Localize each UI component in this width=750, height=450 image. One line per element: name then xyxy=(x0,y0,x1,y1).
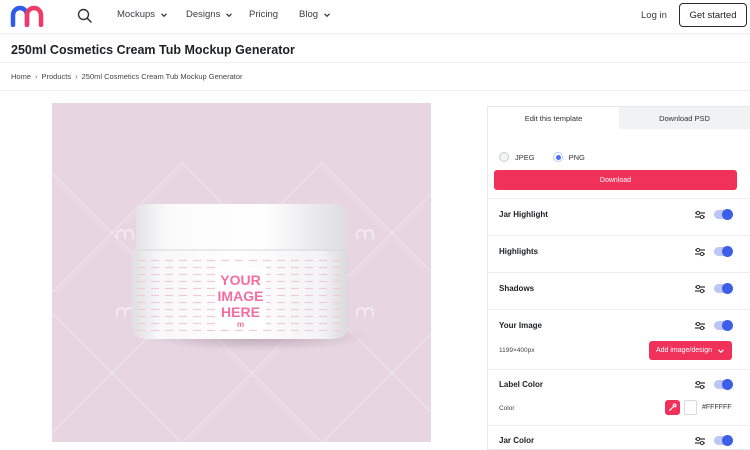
radio-jpeg[interactable] xyxy=(499,152,509,162)
top-navigation: Mockups Designs Pricing Blog Log in Get … xyxy=(0,0,750,34)
divider xyxy=(0,90,750,91)
your-image-toggle[interactable] xyxy=(714,320,733,331)
get-started-button[interactable]: Get started xyxy=(679,3,747,27)
adjust-icon[interactable] xyxy=(694,379,706,391)
mockup-image: YOUR IMAGE HERE m xyxy=(52,162,431,442)
format-jpeg[interactable]: JPEG xyxy=(499,152,535,162)
divider xyxy=(0,62,750,63)
breadcrumb: Home › Products › 250ml Cosmetics Cream … xyxy=(11,72,243,81)
jar-lid xyxy=(136,204,346,251)
color-swatch[interactable] xyxy=(684,400,697,415)
chevron-down-icon xyxy=(161,12,167,17)
section-jar-highlight: Jar Highlight xyxy=(488,198,750,235)
mockup-preview: YOUR IMAGE HERE m xyxy=(52,103,431,442)
format-png[interactable]: PNG xyxy=(552,152,585,162)
download-button[interactable]: Download xyxy=(494,170,737,190)
breadcrumb-separator: › xyxy=(75,72,78,81)
section-title: Shadows xyxy=(499,284,535,293)
format-jpeg-label: JPEG xyxy=(515,152,535,162)
adjust-icon[interactable] xyxy=(694,283,706,295)
jar-color-toggle[interactable] xyxy=(714,435,733,446)
placeholder-line-1: YOUR xyxy=(220,272,260,288)
breadcrumb-products[interactable]: Products xyxy=(42,72,72,81)
editor-panel: Edit this template Download PSD JPEG PNG… xyxy=(487,106,750,450)
logo-icon[interactable] xyxy=(10,5,46,27)
shadows-toggle[interactable] xyxy=(714,283,733,294)
color-hex-value[interactable]: #FFFFFF xyxy=(702,404,732,411)
section-title: Label Color xyxy=(499,380,544,389)
placeholder-mark: m xyxy=(237,320,244,329)
page-title: 250ml Cosmetics Cream Tub Mockup Generat… xyxy=(11,43,295,57)
nav-blog-label: Blog xyxy=(299,9,319,20)
chevron-down-icon xyxy=(226,12,233,17)
breadcrumb-current: 250ml Cosmetics Cream Tub Mockup Generat… xyxy=(81,72,243,81)
section-title: Jar Highlight xyxy=(499,210,548,219)
eyedropper-icon xyxy=(668,403,677,412)
placeholder-line-3: HERE xyxy=(221,304,260,320)
format-png-label: PNG xyxy=(568,152,585,162)
section-title: Jar Color xyxy=(499,436,535,445)
image-size-label: 1199×400px xyxy=(499,347,535,354)
add-image-button[interactable]: Add image/design xyxy=(649,341,732,360)
search-icon[interactable] xyxy=(76,7,94,25)
nav-mockups[interactable]: Mockups xyxy=(117,9,168,20)
section-shadows: Shadows xyxy=(488,272,750,309)
nav-pricing[interactable]: Pricing xyxy=(249,9,278,20)
nav-mockups-label: Mockups xyxy=(117,9,156,20)
radio-png[interactable] xyxy=(552,152,563,162)
breadcrumb-home[interactable]: Home xyxy=(11,72,31,81)
nav-blog[interactable]: Blog xyxy=(299,9,331,20)
chevron-down-icon xyxy=(718,348,724,353)
placeholder-line-2: IMAGE xyxy=(218,288,264,304)
login-link[interactable]: Log in xyxy=(641,10,667,21)
format-options: JPEG PNG xyxy=(499,152,585,162)
add-image-label: Add image/design xyxy=(655,347,713,354)
color-field-label: Color xyxy=(499,405,515,412)
section-title: Highlights xyxy=(499,247,539,256)
adjust-icon[interactable] xyxy=(694,209,706,221)
tab-download-psd[interactable]: Download PSD xyxy=(619,107,750,129)
adjust-icon[interactable] xyxy=(694,435,706,447)
section-your-image: Your Image 1199×400px Add image/design xyxy=(488,309,750,369)
adjust-icon[interactable] xyxy=(694,246,706,258)
chevron-down-icon xyxy=(324,12,330,17)
nav-designs-label: Designs xyxy=(186,9,221,20)
nav-pricing-label: Pricing xyxy=(249,9,279,20)
panel-tabs: Edit this template Download PSD xyxy=(488,107,750,129)
color-picker-button[interactable] xyxy=(665,400,680,415)
jar-highlight-toggle[interactable] xyxy=(714,209,733,220)
section-jar-color: Jar Color xyxy=(488,425,750,449)
section-title: Your Image xyxy=(499,321,542,330)
section-label-color: Label Color Color #FFFFFF xyxy=(488,369,750,425)
breadcrumb-separator: › xyxy=(35,72,38,81)
adjust-icon[interactable] xyxy=(694,320,706,332)
section-highlights: Highlights xyxy=(488,235,750,272)
highlights-toggle[interactable] xyxy=(714,246,733,257)
tab-edit-template[interactable]: Edit this template xyxy=(488,107,619,129)
label-color-toggle[interactable] xyxy=(714,379,733,390)
nav-designs[interactable]: Designs xyxy=(186,9,233,20)
